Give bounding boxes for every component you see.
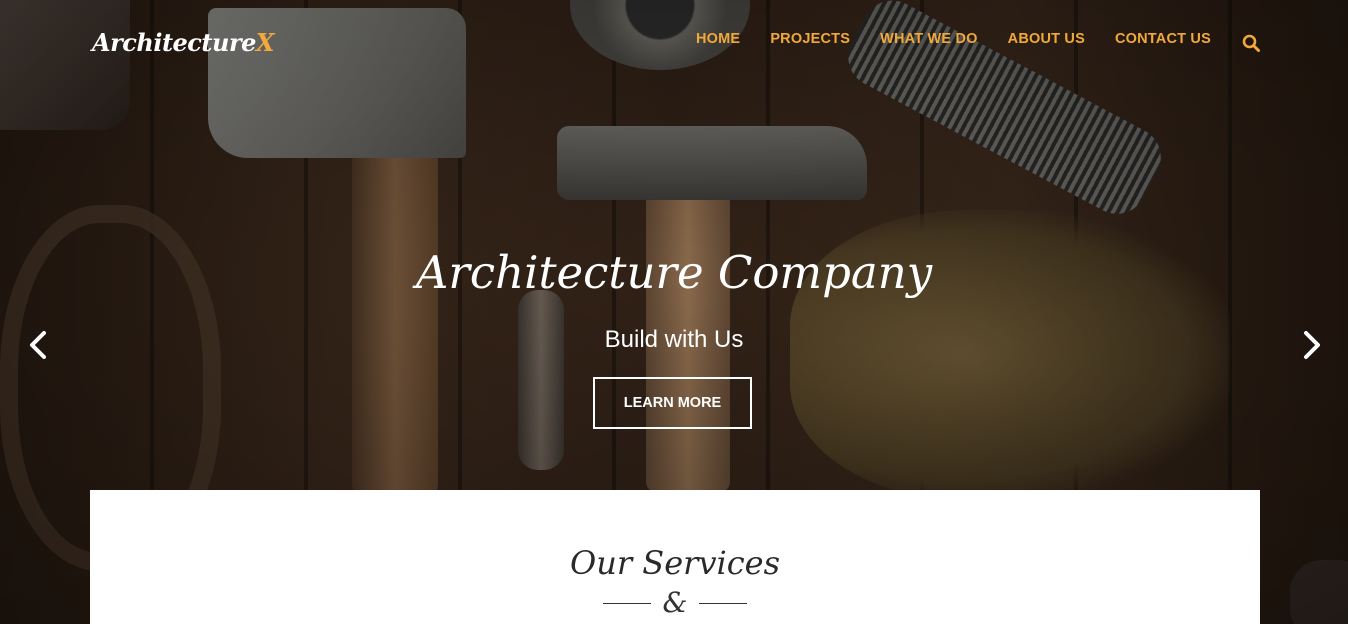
divider-line-right	[699, 603, 747, 604]
chevron-right-icon[interactable]	[1300, 329, 1324, 361]
search-icon[interactable]	[1242, 34, 1260, 52]
services-section: Our Services &	[90, 490, 1260, 624]
nav-contact-us[interactable]: CONTACT US	[1115, 31, 1211, 47]
hero-title: Architecture Company	[415, 246, 933, 299]
nav-projects[interactable]: PROJECTS	[770, 31, 850, 47]
hero-subtitle: Build with Us	[604, 326, 744, 353]
section-divider: &	[603, 586, 747, 620]
learn-more-button[interactable]: LEARN MORE	[593, 377, 752, 429]
logo-accent: X	[255, 28, 275, 57]
logo-text: Architecture	[92, 28, 256, 57]
divider-line-left	[603, 603, 651, 604]
nav-about-us[interactable]: ABOUT US	[1008, 31, 1085, 47]
site-logo[interactable]: ArchitectureX	[92, 28, 275, 57]
services-title: Our Services	[569, 544, 781, 582]
main-nav: HOME PROJECTS WHAT WE DO ABOUT US CONTAC…	[696, 31, 1211, 47]
divider-ampersand: &	[662, 586, 688, 619]
chevron-left-icon[interactable]	[26, 329, 50, 361]
nav-what-we-do[interactable]: WHAT WE DO	[880, 31, 978, 47]
nav-home[interactable]: HOME	[696, 31, 740, 47]
